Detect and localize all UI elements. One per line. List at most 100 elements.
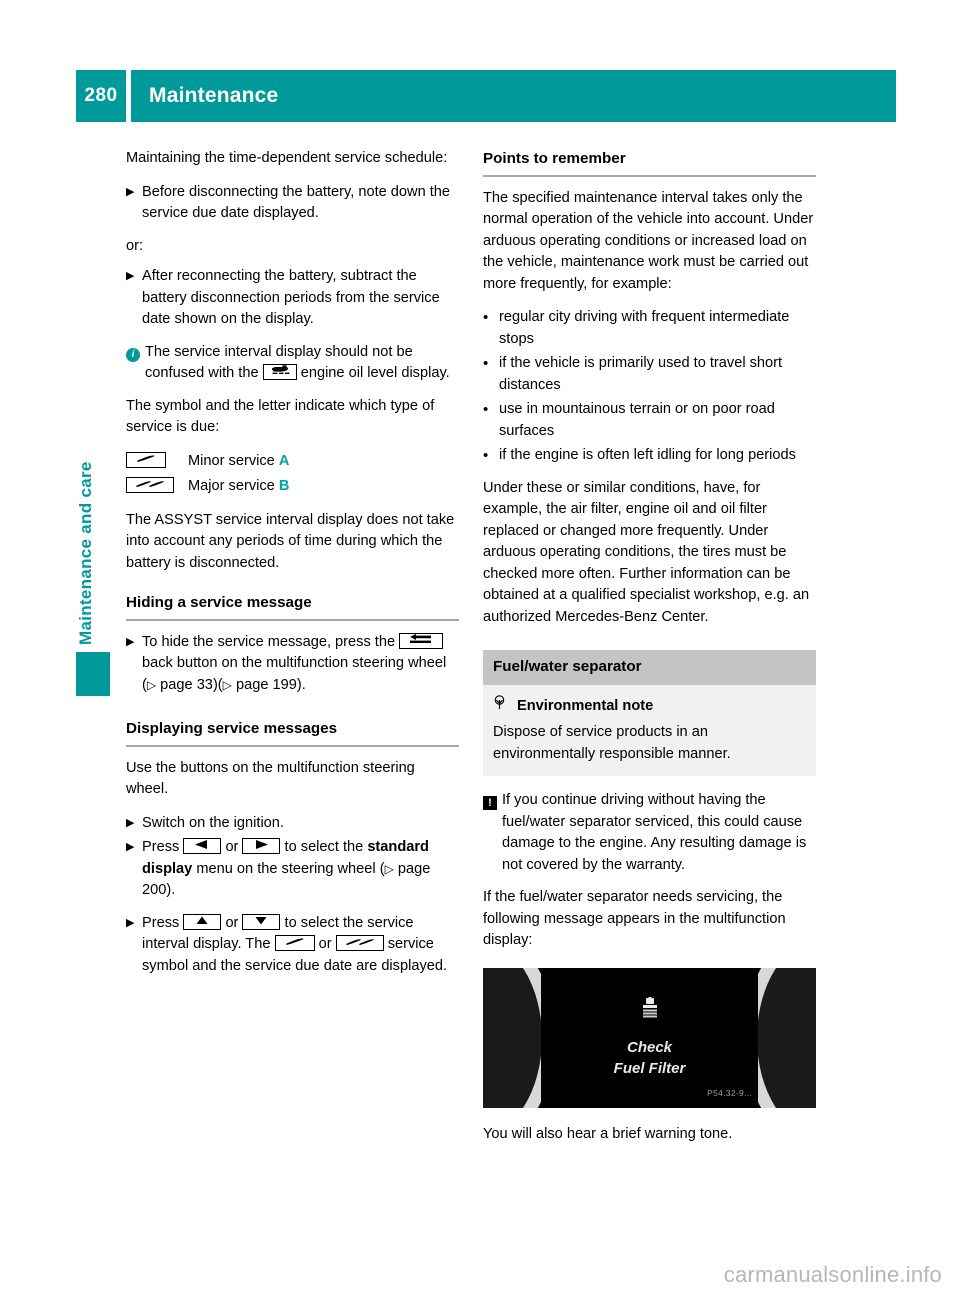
warning-note: ! If you continue driving without having… — [483, 790, 816, 876]
page-arrow-icon: ▷ — [222, 677, 232, 692]
instrument-cluster-image: Check Fuel Filter P54.32-9... — [483, 967, 816, 1108]
chapter-tab-label: Maintenance and care — [76, 461, 95, 645]
conditions-paragraph: Under these or similar conditions, have,… — [483, 479, 810, 625]
chapter-tab-marker — [76, 652, 110, 696]
list-item: • if the vehicle is primarily used to tr… — [483, 353, 816, 396]
wrench-single-icon — [126, 451, 166, 468]
list-item: • use in mountainous terrain or on poor … — [483, 399, 816, 442]
hiding-step-mid: )( — [212, 676, 223, 693]
info-icon: i — [126, 342, 145, 385]
list-item: • if the engine is often left idling for… — [483, 445, 816, 467]
minor-service-text: Minor service — [188, 452, 275, 469]
section-heading-hiding: Hiding a service message — [126, 594, 312, 611]
info-note: i The service interval display should no… — [126, 342, 459, 385]
info-note-part2: engine oil level display. — [300, 365, 450, 381]
step-text: Press or to select the standard display … — [142, 837, 459, 902]
press-or: or — [318, 936, 332, 952]
environmental-note-heading: Environmental note — [493, 694, 806, 718]
dot-bullet-icon: • — [483, 401, 489, 418]
section-rule — [126, 618, 459, 621]
minor-service-label: Minor service A — [188, 451, 459, 473]
bullet-text: if the engine is often left idling for l… — [499, 447, 796, 463]
press-lr-4: ). — [166, 882, 176, 898]
arrow-bullet-icon: ▶ — [126, 635, 135, 648]
page-number: 280 — [76, 70, 126, 122]
press-ud-3: The — [245, 936, 271, 952]
arrow-bullet-icon: ▶ — [126, 916, 135, 929]
displaying-intro: Use the buttons on the multifunction ste… — [126, 759, 415, 798]
arrow-down-button-icon — [242, 913, 281, 930]
arrow-up-button-icon — [183, 913, 222, 930]
cluster-line-1: Check — [626, 1038, 673, 1056]
points-intro: The specified maintenance interval takes… — [483, 189, 814, 292]
press-or: or — [225, 914, 239, 931]
bullet-text: if the vehicle is primarily used to trav… — [499, 355, 783, 393]
step-text: Press or to select the service interval … — [142, 913, 459, 978]
dot-bullet-icon: • — [483, 447, 489, 464]
section-rule — [483, 174, 816, 177]
engine-oil-level-icon — [262, 364, 297, 380]
cluster-line-2: Fuel Filter — [613, 1059, 686, 1077]
major-service-symbol-cell — [126, 476, 188, 498]
bullet-text: regular city driving with frequent inter… — [499, 309, 790, 347]
page-arrow-icon: ▷ — [384, 861, 394, 876]
step-text: To hide the service message, press the b… — [142, 632, 459, 697]
list-item: ▶ Switch on the ignition. — [126, 813, 459, 835]
closing-paragraph: You will also hear a brief warning tone. — [483, 1125, 733, 1142]
list-item: • regular city driving with frequent int… — [483, 307, 816, 350]
press-ud-1: Press — [142, 914, 180, 931]
dot-bullet-icon: • — [483, 309, 489, 326]
list-item: ▶ Press or to select the standard displa… — [126, 837, 459, 902]
assyst-note: The ASSYST service interval display does… — [126, 511, 455, 571]
step-text: Switch on the ignition. — [142, 814, 284, 831]
wrench-double-icon — [126, 477, 174, 493]
wrench-double-icon — [335, 935, 384, 951]
bullet-text: use in mountainous terrain or on poor ro… — [499, 401, 775, 439]
page-header: 280 Maintenance — [76, 70, 896, 122]
warning-icon: ! — [483, 790, 502, 876]
major-service-text: Major service — [188, 478, 275, 494]
list-item: ▶ After reconnecting the battery, subtra… — [126, 266, 459, 331]
list-item: ▶ To hide the service message, press the… — [126, 632, 459, 697]
page-link-33[interactable]: page 33 — [160, 677, 213, 693]
arrow-right-button-icon — [242, 838, 281, 854]
back-button-icon — [399, 632, 444, 649]
page-arrow-icon: ▷ — [146, 677, 157, 692]
environmental-note-title: Environmental note — [517, 697, 654, 714]
warning-text: If you continue driving without having t… — [502, 792, 807, 873]
arrow-bullet-icon: ▶ — [126, 185, 135, 198]
hiding-step-end: ). — [296, 676, 306, 693]
list-item: ▶ Before disconnecting the battery, note… — [126, 182, 459, 225]
minor-service-letter: A — [278, 452, 290, 469]
multifunction-display: Check Fuel Filter P54.32-9... — [541, 967, 758, 1108]
major-service-row: Major service B — [126, 476, 459, 498]
section-heading-displaying: Displaying service messages — [126, 720, 338, 737]
press-lr-1: Press — [142, 839, 180, 855]
or-label: or: — [126, 237, 144, 254]
section-banner-fuel-water-separator: Fuel/water separator — [483, 650, 816, 685]
section-rule — [126, 744, 459, 747]
fuel-filter-icon — [639, 996, 661, 1029]
press-lr-3: menu on the steering wheel ( — [196, 860, 385, 877]
section-heading-points: Points to remember — [483, 150, 626, 167]
dot-bullet-icon: • — [483, 355, 489, 372]
info-note-text: The service interval display should not … — [145, 342, 459, 385]
press-lr-2: to select the — [284, 839, 364, 855]
environmental-note-box: Environmental note Dispose of service pr… — [483, 684, 816, 776]
step-text: Before disconnecting the battery, note d… — [142, 183, 451, 222]
minor-service-symbol-cell — [126, 451, 188, 473]
list-item: ▶ Press or to select the service interva… — [126, 913, 459, 978]
step-text: After reconnecting the battery, subtract… — [142, 268, 440, 327]
illustration-code: P54.32-9... — [707, 1087, 752, 1098]
minor-service-row: Minor service A — [126, 451, 459, 473]
page-link-199[interactable]: page 199 — [236, 677, 297, 693]
needs-servicing-paragraph: If the fuel/water separator needs servic… — [483, 889, 786, 948]
wrench-single-icon — [274, 935, 315, 951]
arrow-bullet-icon: ▶ — [126, 270, 135, 282]
major-service-letter: B — [278, 478, 290, 494]
right-column: Points to remember The specified mainten… — [483, 148, 816, 1157]
arrow-bullet-icon: ▶ — [126, 816, 135, 829]
eco-tree-icon — [493, 694, 517, 715]
press-or: or — [225, 839, 239, 855]
symbol-intro: The symbol and the letter indicate which… — [126, 397, 435, 436]
